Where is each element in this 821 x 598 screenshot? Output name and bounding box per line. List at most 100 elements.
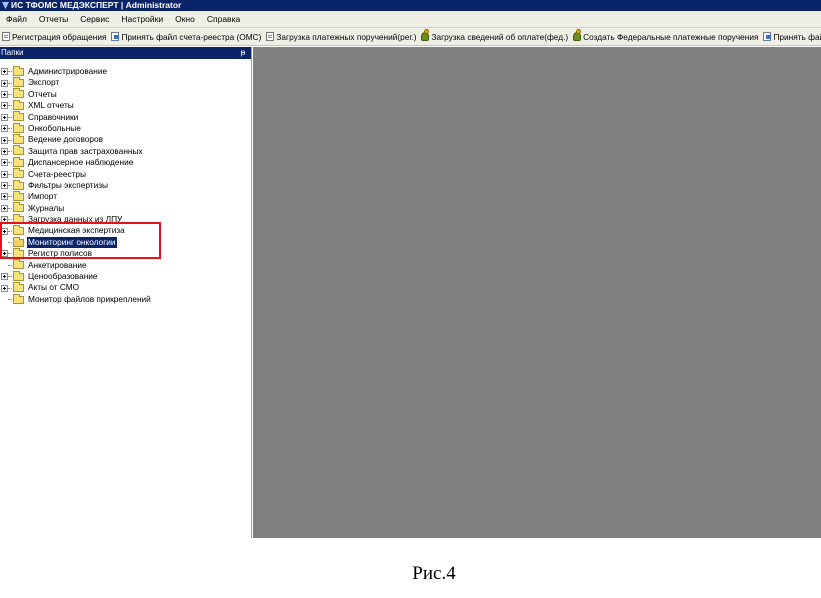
tree-item-label: Импорт (28, 191, 58, 202)
tree-item[interactable]: XML отчеты (0, 99, 250, 111)
panel-header: Папки ᵽ (0, 47, 251, 59)
accept-file-button[interactable]: Принять файл на (761, 29, 821, 45)
tree-item-label: Отчеты (28, 88, 57, 99)
tree-item[interactable]: Ведение договоров (0, 134, 250, 145)
tree-item[interactable]: Справочники (0, 111, 250, 123)
tree-item[interactable]: Импорт (0, 190, 250, 202)
folder-icon (13, 202, 24, 213)
tree-item[interactable]: Регистр полисов (0, 247, 250, 259)
expand-icon[interactable] (1, 182, 8, 190)
tree-item-label: Регистр полисов (28, 248, 92, 259)
folder-icon (13, 270, 24, 281)
tree-item-label: Счета-реестры (28, 168, 87, 179)
expand-icon[interactable] (1, 159, 8, 167)
menu-reports[interactable]: Отчеты (33, 11, 74, 28)
workspace-area (253, 47, 821, 538)
expand-icon[interactable] (1, 147, 8, 155)
pin-icon[interactable]: ᵽ (239, 47, 247, 59)
tree-item[interactable]: Счета-реестры (0, 168, 250, 180)
document-icon (266, 32, 275, 41)
expand-icon[interactable] (1, 170, 8, 178)
tree-connector (8, 276, 12, 278)
tree-connector (8, 299, 12, 300)
folder-icon (13, 259, 24, 270)
menu-settings[interactable]: Настройки (115, 11, 169, 28)
menu-service[interactable]: Сервис (74, 11, 115, 28)
tree-connector (8, 185, 12, 187)
menu-bar: Файл Отчеты Сервис Настройки Окно Справк… (0, 11, 821, 28)
tree-connector (8, 105, 12, 107)
tree-item-label: Диспансерное наблюдение (28, 157, 134, 168)
expand-icon[interactable] (1, 216, 8, 224)
document-icon (2, 32, 10, 41)
menu-window[interactable]: Окно (169, 11, 201, 28)
folder-icon (13, 145, 24, 156)
expand-icon[interactable] (1, 227, 8, 235)
expand-icon[interactable] (1, 250, 8, 258)
folder-icon (13, 179, 24, 190)
tree-item[interactable]: Онкобольные (0, 122, 250, 134)
expand-icon[interactable] (1, 193, 8, 201)
folder-icon (13, 190, 24, 201)
tree-item-label: Экспорт (28, 77, 60, 88)
tree-connector (8, 93, 12, 95)
user-icon (573, 29, 582, 41)
tree-item-label: Акты от СМО (28, 282, 80, 293)
tree-item[interactable]: Ценообразование (0, 270, 250, 282)
tree-connector (8, 242, 12, 244)
load-payment-info-button[interactable]: Загрузка сведений об оплате(фед.) (419, 29, 571, 45)
folder-icon (13, 225, 24, 236)
figure-caption: Рис.4 (412, 563, 456, 584)
expand-icon[interactable] (1, 79, 8, 87)
tree-item[interactable]: Защита прав застрахованных (0, 145, 250, 157)
toolbar-label: Регистрация обращения (12, 31, 107, 42)
folder-icon (13, 122, 24, 133)
create-federal-orders-button[interactable]: Создать Федеральные платежные поручения (571, 29, 761, 45)
expand-icon[interactable] (1, 90, 8, 98)
tree-item[interactable]: Загрузка данных из ЛПУ (0, 213, 250, 225)
tree-item[interactable]: Журналы (0, 202, 250, 214)
tree-item[interactable]: Отчеты (0, 88, 250, 100)
expand-icon[interactable] (1, 113, 8, 121)
folder-icon (13, 134, 24, 145)
tree-item[interactable]: Мониторинг онкологии (0, 236, 250, 249)
expand-icon[interactable] (1, 136, 8, 144)
folder-icon (13, 65, 24, 76)
panel-title: Папки (1, 48, 24, 57)
menu-file[interactable]: Файл (0, 11, 33, 28)
toolbar-label: Создать Федеральные платежные поручения (583, 31, 759, 42)
folder-icon (13, 168, 24, 179)
tree-item[interactable]: Анкетирование (0, 259, 250, 271)
tree-item[interactable]: Экспорт (0, 77, 250, 88)
expand-icon[interactable] (1, 204, 8, 212)
tree-connector (8, 287, 12, 289)
tree-item-label: Администрирование (28, 66, 108, 76)
expand-icon[interactable] (1, 284, 8, 292)
tree-item[interactable]: Акты от СМО (0, 282, 250, 293)
expand-icon[interactable] (1, 68, 8, 76)
tree-item-label: Справочники (28, 111, 79, 122)
tree-item-label: Монитор файлов прикреплений (28, 293, 151, 304)
expand-icon[interactable] (1, 102, 8, 110)
tree-item[interactable]: Администрирование (0, 65, 250, 77)
tree-connector (8, 116, 12, 118)
tree-connector (8, 128, 12, 130)
tree-item[interactable]: Монитор файлов прикреплений (0, 293, 250, 305)
menu-help[interactable]: Справка (201, 11, 246, 28)
tree-item-label: Анкетирование (28, 259, 87, 270)
tree-item[interactable]: Диспансерное наблюдение (0, 156, 250, 168)
folders-panel: Папки ᵽ Администрирование Экспорт Отчеты XM… (0, 47, 252, 538)
tree-item[interactable]: Фильтры экспертизы (0, 179, 250, 191)
register-appeal-button[interactable]: Регистрация обращения (0, 29, 109, 45)
toolbar-label: Принять файл на (773, 31, 821, 42)
expand-icon[interactable] (1, 273, 8, 281)
tree-item[interactable]: Медицинская экспертиза (0, 225, 250, 236)
load-payment-orders-button[interactable]: Загрузка платежных поручений(рег.) (264, 29, 419, 45)
tree-item-label: Загрузка данных из ЛПУ (28, 214, 123, 225)
accept-registry-file-button[interactable]: Принять файл счета-реестра (ОМС) (109, 29, 264, 45)
expand-icon[interactable] (1, 125, 8, 133)
user-icon (421, 29, 430, 41)
app-logo-icon (2, 2, 9, 9)
